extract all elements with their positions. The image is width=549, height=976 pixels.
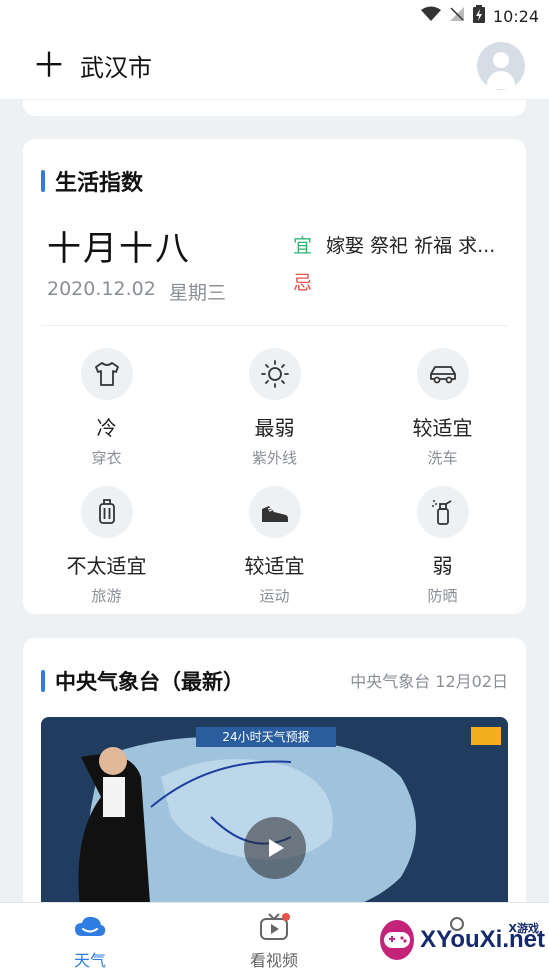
title-accent-bar [41, 170, 45, 192]
tab-weather-label: 天气 [73, 951, 106, 970]
weather-video-thumbnail[interactable]: 24小时天气预报 [41, 717, 508, 917]
no-signal-icon [449, 6, 465, 26]
yi-row[interactable]: 宜 嫁娶 祭祀 祈福 求... [293, 231, 508, 258]
index-value: 弱 [432, 554, 453, 578]
tshirt-icon [80, 348, 133, 400]
app-header: ＋ 武汉市 [0, 32, 549, 100]
watermark-small: X游戏 [508, 922, 539, 935]
video-banner: 24小时天气预报 [196, 727, 336, 747]
index-name: 紫外线 [251, 449, 297, 467]
index-item-uv[interactable]: 最弱 紫外线 [191, 348, 358, 468]
index-value: 较适宜 [244, 554, 305, 578]
tv-play-icon [214, 911, 334, 943]
ji-label: 忌 [293, 272, 313, 294]
gamepad-logo-icon [380, 920, 415, 960]
play-icon[interactable] [244, 817, 306, 879]
yi-label: 宜 [293, 235, 313, 257]
cma-title: 中央气象台（最新） [41, 666, 244, 696]
yi-text: 嫁娶 祭祀 祈福 求... [326, 235, 496, 257]
divider [41, 325, 508, 326]
sneaker-icon [248, 486, 301, 538]
plus-icon[interactable]: ＋ [32, 49, 66, 83]
index-item-clothing[interactable]: 冷 穿衣 [23, 348, 190, 468]
weekday: 星期三 [169, 282, 227, 304]
previous-card-edge [23, 100, 526, 116]
tab-weather[interactable]: 天气 [30, 911, 150, 971]
sun-icon [248, 348, 301, 400]
index-item-travel[interactable]: 不太适宜 旅游 [23, 486, 190, 606]
status-bar: 10:24 [0, 0, 549, 32]
life-index-title: 生活指数 [41, 165, 143, 197]
index-item-sport[interactable]: 较适宜 运动 [191, 486, 358, 606]
tab-video-label: 看视频 [249, 951, 298, 970]
tab-video[interactable]: 看视频 [214, 911, 334, 971]
sunscreen-icon [416, 486, 469, 538]
life-index-card: 生活指数 十月十八 2020.12.02 星期三 宜 嫁娶 祭祀 祈福 求...… [23, 139, 526, 614]
cloud-icon [30, 911, 150, 943]
user-avatar-icon[interactable] [477, 41, 525, 90]
index-name: 防晒 [427, 587, 458, 605]
cma-source: 中央气象台 12月02日 [350, 672, 508, 691]
index-value: 最弱 [254, 416, 295, 440]
index-item-sunscreen[interactable]: 弱 防晒 [359, 486, 526, 606]
index-name: 洗车 [427, 449, 458, 467]
solar-date: 2020.12.02 [47, 278, 156, 300]
battery-icon [472, 5, 485, 27]
index-value: 冷 [96, 416, 117, 440]
index-name: 穿衣 [91, 449, 122, 467]
wifi-icon [420, 6, 441, 26]
ji-row[interactable]: 忌 [293, 268, 312, 295]
index-name: 运动 [259, 587, 290, 605]
car-icon [416, 348, 469, 400]
city-name[interactable]: 武汉市 [80, 48, 477, 83]
watermark: XYouXi.net X游戏 [380, 910, 545, 970]
status-time: 10:24 [492, 6, 539, 26]
index-value: 不太适宜 [66, 554, 147, 578]
luggage-icon [80, 486, 133, 538]
index-name: 旅游 [91, 587, 122, 605]
index-item-carwash[interactable]: 较适宜 洗车 [359, 348, 526, 468]
lunar-date: 十月十八 [47, 229, 191, 269]
title-accent-bar [41, 670, 45, 692]
index-value: 较适宜 [412, 416, 473, 440]
